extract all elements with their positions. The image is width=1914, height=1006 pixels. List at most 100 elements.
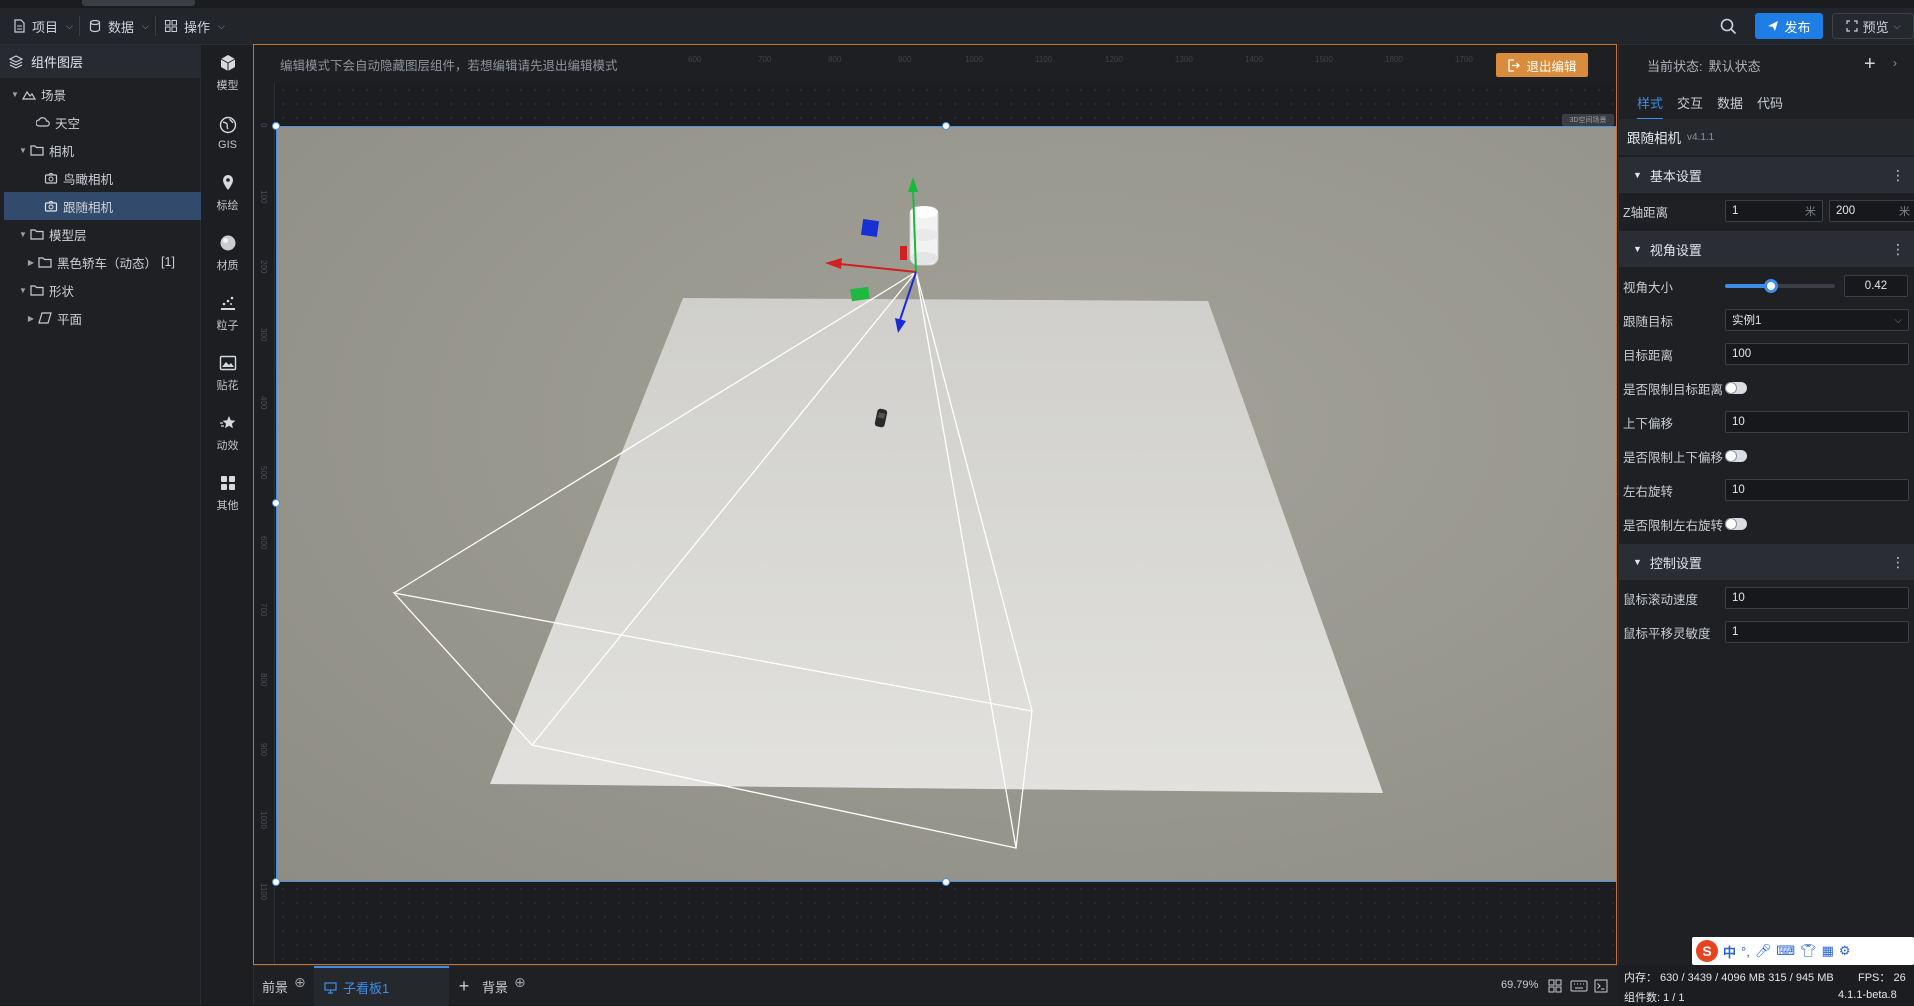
- collapse-arrow-icon: ▼: [1633, 170, 1642, 180]
- add-circle-icon[interactable]: ⊕: [294, 974, 306, 991]
- chevron-down-icon: ⌵: [66, 20, 73, 31]
- component-count: 组件数: 1 / 1: [1624, 992, 1685, 1004]
- target-distance-input[interactable]: 100: [1725, 343, 1909, 365]
- settings-icon[interactable]: ⚙︎: [1839, 943, 1851, 959]
- vertical-offset-input[interactable]: 10: [1725, 411, 1909, 433]
- component-version: v4.1.1: [1687, 131, 1715, 143]
- preview-label: 预览: [1862, 19, 1889, 35]
- add-state-icon[interactable]: +: [1864, 53, 1876, 76]
- add-board-button[interactable]: +: [450, 966, 478, 1006]
- vertical-offset-row: 上下偏移 10: [1619, 405, 1914, 439]
- more-icon[interactable]: ⋮: [1891, 167, 1905, 183]
- window-tab[interactable]: [82, 0, 195, 6]
- limit-distance-toggle[interactable]: [1725, 382, 1747, 394]
- tree-item-cameras[interactable]: ▼ 相机: [0, 136, 201, 164]
- tool-particle[interactable]: 粒子: [201, 287, 254, 339]
- tool-plot[interactable]: 标绘: [201, 167, 254, 219]
- tree-item-follow-camera[interactable]: 跟随相机: [4, 192, 201, 220]
- tree-item-shapes[interactable]: ▼ 形状: [0, 276, 201, 304]
- current-state-row: 当前状态: 默认状态 + ›: [1619, 45, 1914, 85]
- menu-project[interactable]: 项目 ⌵: [12, 14, 73, 38]
- tree-item-label: 黑色轿车（动态）: [57, 256, 158, 271]
- follow-target-select[interactable]: 实例1 ⌵: [1725, 309, 1909, 331]
- tool-decal[interactable]: 贴花: [201, 347, 254, 399]
- menu-data[interactable]: 数据 ⌵: [88, 14, 149, 38]
- current-state-value[interactable]: 默认状态: [1709, 56, 1761, 75]
- ime-toolbar[interactable]: S 中 °, 🎤︎ ⌨︎ 👕︎ ▦ ⚙︎: [1692, 937, 1914, 965]
- chevron-right-icon[interactable]: ›: [1893, 56, 1897, 70]
- pan-sensitivity-input[interactable]: 1: [1725, 621, 1909, 643]
- toolbox-icon[interactable]: ▦: [1822, 943, 1834, 959]
- limit-rotate-toggle[interactable]: [1725, 518, 1747, 530]
- tool-material[interactable]: 材质: [201, 227, 254, 279]
- search-icon[interactable]: [1720, 18, 1737, 35]
- preview-button[interactable]: 预览 ⌵: [1832, 13, 1914, 39]
- keyboard-icon[interactable]: ⌨︎: [1776, 943, 1795, 959]
- publish-button[interactable]: 发布: [1755, 13, 1823, 39]
- z-far-input[interactable]: 200 米: [1829, 200, 1914, 222]
- tree-item-plane[interactable]: ▶ 平面: [0, 304, 201, 332]
- limit-vertical-toggle[interactable]: [1725, 450, 1747, 462]
- tab-style[interactable]: 样式: [1637, 93, 1664, 120]
- expand-arrow-icon[interactable]: ▶: [24, 314, 38, 323]
- section-view[interactable]: ▼ 视角设置 ⋮: [1619, 231, 1914, 267]
- expand-arrow-icon[interactable]: ▼: [16, 146, 30, 155]
- layer-panel-title: 组件图层: [31, 55, 84, 70]
- plane-icon: [38, 312, 52, 324]
- tab-code[interactable]: 代码: [1757, 93, 1783, 112]
- skin-icon[interactable]: 👕︎: [1800, 943, 1817, 959]
- tree-item-sky[interactable]: 天空: [0, 108, 201, 136]
- limit-vertical-row: 是否限制上下偏移: [1619, 439, 1914, 473]
- expand-arrow-icon[interactable]: ▼: [16, 286, 30, 295]
- zoom-level[interactable]: 69.79%: [1501, 979, 1538, 991]
- more-icon[interactable]: ⋮: [1891, 554, 1905, 570]
- section-control[interactable]: ▼ 控制设置 ⋮: [1619, 544, 1914, 580]
- tab-data[interactable]: 数据: [1717, 93, 1743, 112]
- tab-interaction[interactable]: 交互: [1677, 93, 1703, 112]
- tree-item-label: 场景: [41, 88, 67, 103]
- tool-label: 材质: [216, 259, 239, 272]
- fit-screen-icon[interactable]: [1548, 979, 1562, 993]
- target-distance-row: 目标距离 100: [1619, 337, 1914, 371]
- vertical-offset-label: 上下偏移: [1623, 416, 1674, 431]
- section-basic[interactable]: ▼ 基本设置 ⋮: [1619, 157, 1914, 193]
- menu-operation[interactable]: 操作 ⌵: [164, 14, 225, 38]
- terminal-icon[interactable]: [1594, 979, 1608, 993]
- tool-other[interactable]: 其他: [201, 467, 254, 519]
- limit-distance-label: 是否限制目标距离: [1623, 382, 1724, 397]
- divider: [155, 16, 156, 36]
- punctuation-icon[interactable]: °,: [1741, 944, 1750, 959]
- tree-item-black-car[interactable]: ▶ 黑色轿车（动态） [1]: [0, 248, 201, 276]
- divider: [79, 16, 80, 36]
- tree-item-count: [1]: [161, 255, 175, 269]
- scroll-speed-input[interactable]: 10: [1725, 587, 1909, 609]
- ime-mode[interactable]: 中: [1723, 942, 1736, 961]
- expand-arrow-icon[interactable]: ▶: [24, 258, 38, 267]
- tab-background[interactable]: 背景 ⊕: [482, 966, 526, 1006]
- more-icon[interactable]: ⋮: [1891, 241, 1905, 257]
- collapse-arrow-icon: ▼: [1633, 244, 1642, 254]
- tree-item-label: 相机: [49, 144, 75, 159]
- z-near-input[interactable]: 1米: [1725, 200, 1823, 222]
- fov-input[interactable]: 0.42: [1844, 275, 1908, 297]
- add-circle-icon[interactable]: ⊕: [514, 974, 526, 991]
- rotate-input[interactable]: 10: [1725, 479, 1909, 501]
- fov-slider[interactable]: [1725, 279, 1835, 293]
- current-state-label: 当前状态:: [1647, 58, 1703, 74]
- expand-arrow-icon[interactable]: ▼: [8, 90, 22, 99]
- expand-arrow-icon[interactable]: ▼: [16, 230, 30, 239]
- tree-item-scene[interactable]: ▼ 场景: [0, 80, 201, 108]
- chevron-down-icon: ⌵: [1894, 314, 1902, 326]
- tree-item-bird-camera[interactable]: 鸟瞰相机: [0, 164, 201, 192]
- tab-subboard[interactable]: 子看板1: [314, 966, 449, 1006]
- slider-knob[interactable]: [1764, 279, 1779, 293]
- tab-foreground[interactable]: 前景 ⊕: [262, 966, 306, 1006]
- tool-model[interactable]: 模型: [201, 47, 254, 99]
- tool-gis[interactable]: GIS: [201, 107, 254, 159]
- tree-item-model-layer[interactable]: ▼ 模型层: [0, 220, 201, 248]
- microphone-icon[interactable]: 🎤︎: [1755, 943, 1772, 959]
- keyboard-icon[interactable]: [1570, 980, 1588, 992]
- folder-icon: [38, 257, 52, 268]
- tool-effect[interactable]: 动效: [201, 407, 254, 459]
- scene-icon: [22, 90, 36, 100]
